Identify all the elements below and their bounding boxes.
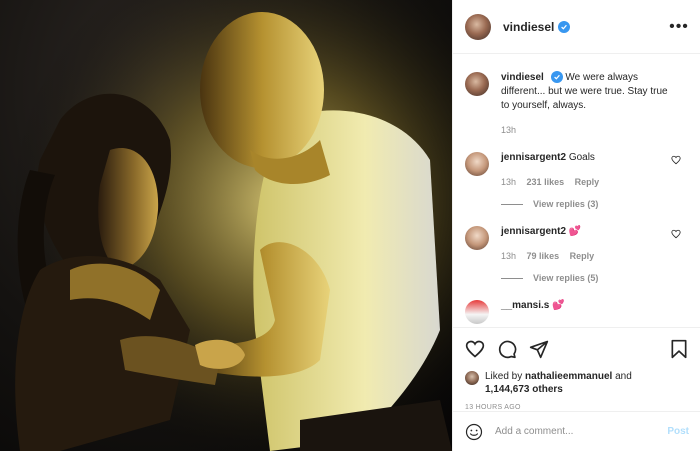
emoji-icon[interactable] bbox=[465, 423, 483, 441]
heart-icon[interactable] bbox=[465, 339, 485, 359]
comment-time[interactable]: 13h bbox=[501, 251, 516, 261]
caption-meta: 13h bbox=[501, 123, 669, 137]
commenter-avatar[interactable] bbox=[465, 226, 489, 250]
share-icon[interactable] bbox=[529, 339, 549, 359]
liker-avatar[interactable] bbox=[465, 371, 479, 385]
comment-body: jennisargent2 💕 13h 79 likes Reply bbox=[501, 225, 689, 263]
comment-body: jennisargent2 Goals 13h 231 likes Reply bbox=[501, 151, 689, 189]
caption-username[interactable]: vindiesel bbox=[501, 72, 544, 83]
liked-by: Liked by nathalieemmanuel and 1,144,673 … bbox=[465, 370, 689, 396]
comment-username[interactable]: jennisargent2 bbox=[501, 226, 566, 237]
post-header: vindiesel ••• bbox=[453, 0, 700, 54]
comment-username[interactable]: __mansi.s bbox=[501, 300, 549, 311]
comment-username[interactable]: jennisargent2 bbox=[501, 152, 566, 163]
heart-icon[interactable] bbox=[671, 229, 681, 239]
comments-list[interactable]: vindiesel We were always different... bu… bbox=[453, 55, 700, 327]
comment-input[interactable] bbox=[495, 426, 668, 437]
comment-likes[interactable]: 79 likes bbox=[527, 251, 560, 261]
comment-text: 💕 bbox=[568, 226, 582, 237]
reply-button[interactable]: Reply bbox=[570, 251, 595, 261]
liked-others[interactable]: 1,144,673 others bbox=[485, 384, 563, 395]
view-replies-line bbox=[501, 277, 523, 279]
liked-prefix: Liked by bbox=[485, 371, 523, 382]
comment-text: Goals bbox=[568, 152, 595, 163]
author-username[interactable]: vindiesel bbox=[503, 20, 554, 34]
action-icons bbox=[465, 338, 689, 360]
comment-time[interactable]: 13h bbox=[501, 177, 516, 187]
post-photo[interactable] bbox=[0, 0, 452, 451]
view-replies-button[interactable]: View replies (5) bbox=[501, 273, 689, 283]
verified-icon bbox=[550, 71, 563, 84]
commenter-avatar[interactable] bbox=[465, 152, 489, 176]
liked-user[interactable]: nathalieemmanuel bbox=[525, 371, 612, 382]
caption: vindiesel We were always different... bu… bbox=[465, 71, 689, 137]
view-replies-label: View replies (5) bbox=[533, 273, 599, 283]
photo-image bbox=[0, 0, 452, 451]
post-side-panel: vindiesel ••• vindiesel We were always d… bbox=[452, 0, 700, 451]
comment-likes[interactable]: 231 likes bbox=[527, 177, 565, 187]
comment-meta: 13h 231 likes Reply bbox=[501, 175, 669, 189]
comment-item: jennisargent2 💕 13h 79 likes Reply bbox=[465, 225, 689, 263]
caption-avatar[interactable] bbox=[465, 72, 489, 96]
post-comment-button[interactable]: Post bbox=[667, 426, 689, 437]
view-replies-button[interactable]: View replies (3) bbox=[501, 199, 689, 209]
comment-text: 💕 bbox=[552, 300, 565, 311]
verified-icon bbox=[558, 20, 571, 33]
view-replies-label: View replies (3) bbox=[533, 199, 599, 209]
post-timestamp[interactable]: 13 HOURS AGO bbox=[465, 404, 689, 411]
add-comment-bar: Post bbox=[453, 411, 700, 451]
comment-icon[interactable] bbox=[497, 339, 517, 359]
bookmark-icon[interactable] bbox=[669, 339, 689, 359]
post-actions: Liked by nathalieemmanuel and 1,144,673 … bbox=[453, 327, 700, 411]
liked-by-text: Liked by nathalieemmanuel and 1,144,673 … bbox=[485, 370, 632, 396]
reply-button[interactable]: Reply bbox=[575, 177, 600, 187]
caption-time[interactable]: 13h bbox=[501, 125, 516, 135]
caption-body: vindiesel We were always different... bu… bbox=[501, 71, 689, 137]
view-replies-line bbox=[501, 203, 523, 205]
author-avatar[interactable] bbox=[465, 13, 491, 40]
liked-and: and bbox=[615, 371, 632, 382]
comment-meta: 13h 79 likes Reply bbox=[501, 249, 669, 263]
more-icon[interactable]: ••• bbox=[669, 18, 688, 36]
comment-item: jennisargent2 Goals 13h 231 likes Reply bbox=[465, 151, 689, 189]
comment-item: __mansi.s 💕 bbox=[465, 299, 689, 324]
commenter-avatar[interactable] bbox=[465, 300, 489, 324]
heart-icon[interactable] bbox=[671, 155, 681, 165]
comment-body: __mansi.s 💕 bbox=[501, 299, 689, 324]
